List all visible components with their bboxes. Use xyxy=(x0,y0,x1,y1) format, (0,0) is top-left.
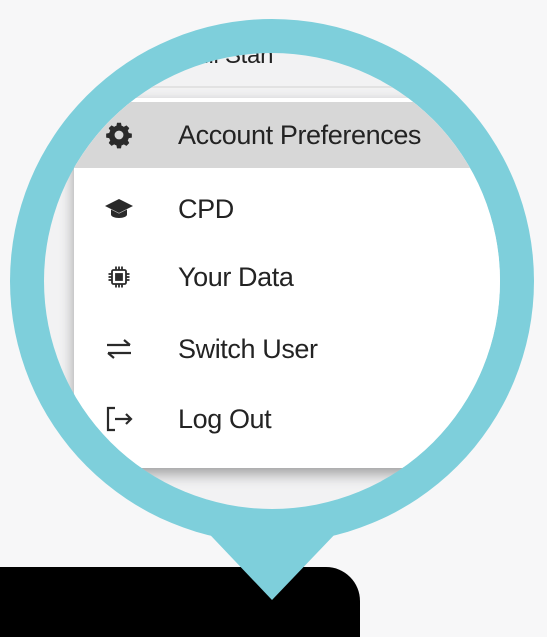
menu-item-account-preferences[interactable]: Account Preferences xyxy=(74,102,500,168)
user-name[interactable]: ya Full Stan xyxy=(150,53,273,70)
menu-item-label: Switch User xyxy=(178,333,318,364)
graduation-cap-icon xyxy=(104,194,134,224)
gear-icon xyxy=(104,120,134,150)
menu-item-log-out[interactable]: Log Out xyxy=(74,386,500,452)
menu-item-your-data[interactable]: Your Data xyxy=(74,244,500,310)
menu-item-label: Your Data xyxy=(178,261,294,292)
header-divider xyxy=(60,86,500,88)
zoom-lens: ya Full Stan Account Preferences CPD You… xyxy=(44,53,500,509)
menu-item-label: Log Out xyxy=(178,403,272,434)
menu-item-switch-user[interactable]: Switch User xyxy=(74,316,500,382)
menu-item-label: CPD xyxy=(178,193,234,224)
switch-arrows-icon xyxy=(104,334,134,364)
menu-item-label: Account Preferences xyxy=(178,119,422,150)
chip-icon xyxy=(104,262,134,292)
magnifier-callout: ya Full Stan Account Preferences CPD You… xyxy=(0,0,547,637)
menu-item-cpd[interactable]: CPD xyxy=(74,176,500,242)
logout-icon xyxy=(104,404,134,434)
account-dropdown-menu: Account Preferences CPD Your Data Switch… xyxy=(74,98,500,468)
